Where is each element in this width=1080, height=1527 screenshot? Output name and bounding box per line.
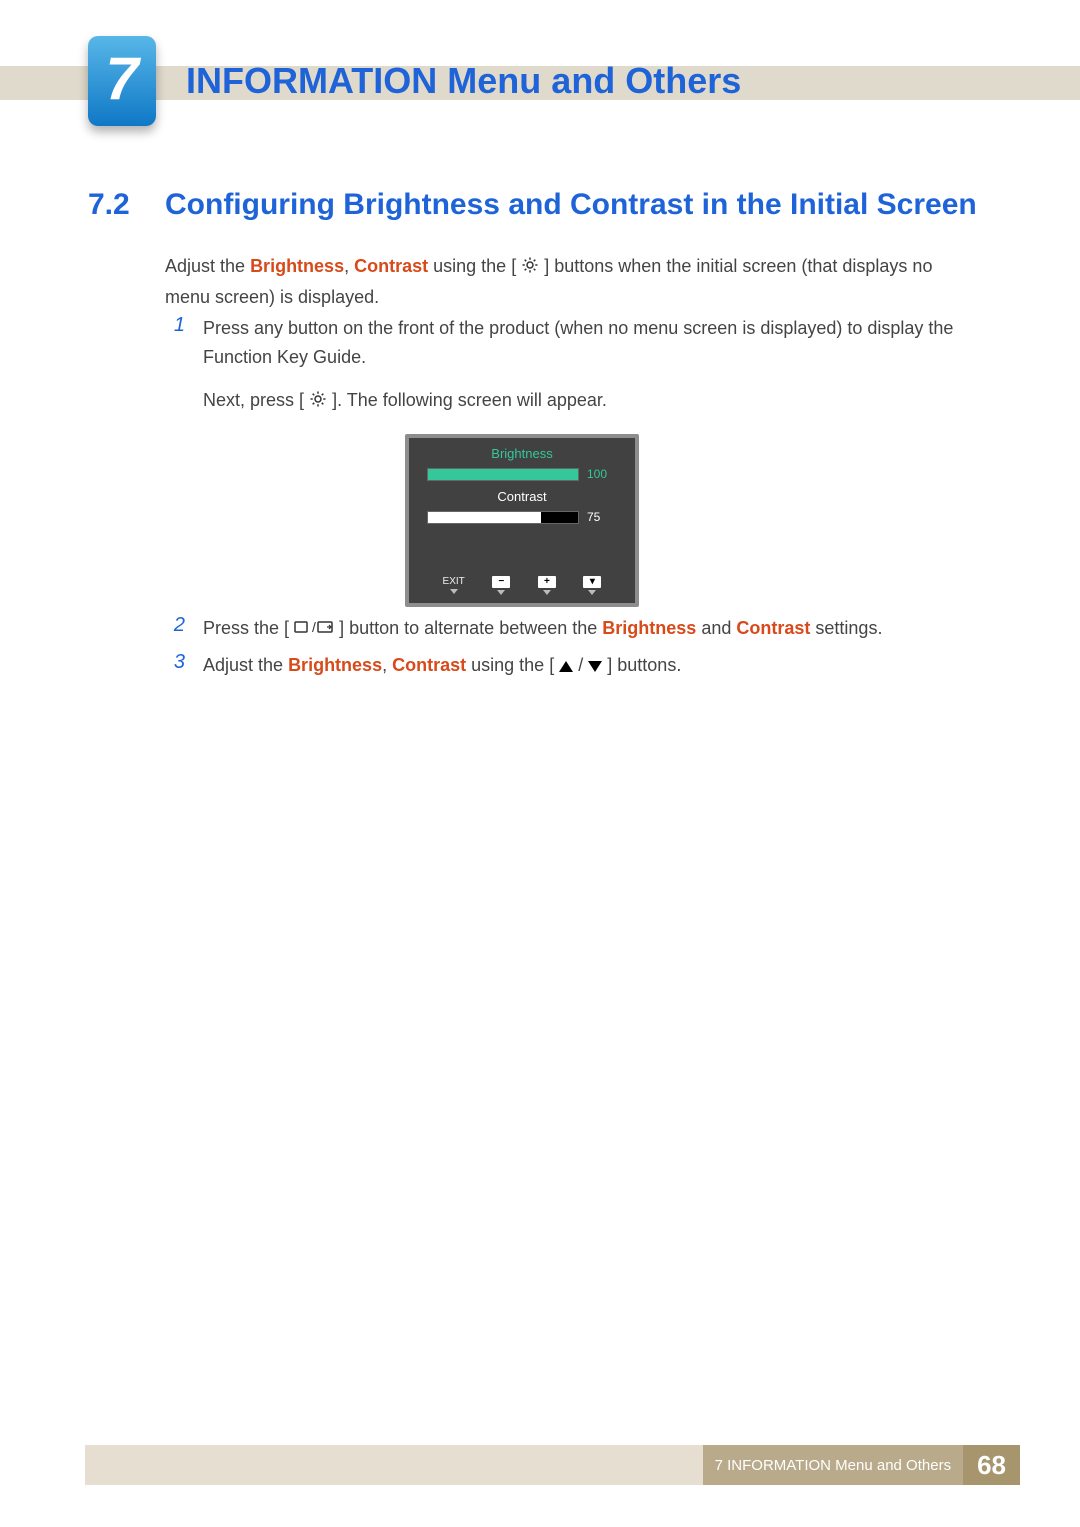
step-number: 1	[165, 314, 185, 416]
chapter-number-tab: 7	[88, 36, 156, 126]
step-number: 2	[165, 614, 185, 643]
section-number: 7.2	[88, 188, 130, 222]
up-arrow-icon	[559, 661, 573, 672]
down-icon: ▾	[583, 576, 601, 588]
step-2: 2 Press the [ / ] button to alternate be…	[165, 614, 965, 643]
osd-contrast-value: 75	[587, 510, 617, 524]
step-text: Press the [	[203, 618, 289, 638]
osd-contrast-fill	[428, 512, 541, 523]
osd-contrast-label: Contrast	[409, 489, 635, 504]
keyword-brightness: Brightness	[602, 618, 696, 638]
osd-contrast-bar	[427, 511, 579, 524]
osd-plus-button: +	[538, 576, 556, 595]
osd-brightness-value: 100	[587, 467, 617, 481]
osd-button-row: EXIT − + ▾	[409, 576, 635, 595]
slash: /	[578, 655, 588, 675]
pointer-icon	[543, 590, 551, 595]
osd-exit-button: EXIT	[443, 576, 465, 594]
osd-brightness-fill	[428, 469, 578, 480]
step-text: ]. The following screen will appear.	[332, 390, 607, 410]
brightness-icon	[521, 254, 539, 283]
intro-text: using the [	[433, 256, 516, 276]
osd-down-button: ▾	[583, 576, 601, 595]
down-arrow-icon	[588, 661, 602, 672]
pointer-icon	[497, 590, 505, 595]
footer-spacer	[85, 1445, 703, 1485]
intro-text: ,	[344, 256, 354, 276]
minus-icon: −	[492, 576, 510, 588]
step-number: 3	[165, 651, 185, 680]
keyword-brightness: Brightness	[288, 655, 382, 675]
step-text: using the [	[471, 655, 554, 675]
section-title: Configuring Brightness and Contrast in t…	[165, 188, 977, 222]
keyword-contrast: Contrast	[354, 256, 428, 276]
osd-brightness-label: Brightness	[409, 446, 635, 461]
pointer-icon	[450, 589, 458, 594]
intro-paragraph: Adjust the Brightness, Contrast using th…	[165, 252, 965, 312]
intro-text: Adjust the	[165, 256, 250, 276]
step-text: Next, press [	[203, 390, 304, 410]
page-number: 68	[963, 1445, 1020, 1485]
step-text: Press any button on the front of the pro…	[203, 314, 965, 372]
page-footer: 7 INFORMATION Menu and Others 68	[85, 1445, 1020, 1485]
osd-brightness-bar	[427, 468, 579, 481]
steps-2-3: 2 Press the [ / ] button to alternate be…	[165, 614, 965, 686]
footer-label: 7 INFORMATION Menu and Others	[703, 1445, 963, 1485]
keyword-brightness: Brightness	[250, 256, 344, 276]
pointer-icon	[588, 590, 596, 595]
keyword-contrast: Contrast	[392, 655, 466, 675]
keyword-contrast: Contrast	[736, 618, 810, 638]
plus-icon: +	[538, 576, 556, 588]
osd-panel: Brightness 100 Contrast 75 EXIT − + ▾	[405, 434, 639, 607]
chapter-banner: 7 INFORMATION Menu and Others	[0, 36, 1080, 100]
step-text: ] button to alternate between the	[339, 618, 602, 638]
step-text: ] buttons.	[607, 655, 681, 675]
svg-text:/: /	[312, 620, 316, 634]
chapter-title: INFORMATION Menu and Others	[186, 60, 741, 102]
osd-minus-button: −	[492, 576, 510, 595]
brightness-icon	[309, 388, 327, 417]
source-toggle-icon: /	[294, 618, 339, 638]
osd-exit-label: EXIT	[443, 576, 465, 587]
step-1: 1 Press any button on the front of the p…	[165, 314, 965, 422]
step-3: 3 Adjust the Brightness, Contrast using …	[165, 651, 965, 680]
step-text: Adjust the	[203, 655, 288, 675]
step-text: ,	[382, 655, 392, 675]
step-text: settings.	[815, 618, 882, 638]
step-text: and	[701, 618, 736, 638]
